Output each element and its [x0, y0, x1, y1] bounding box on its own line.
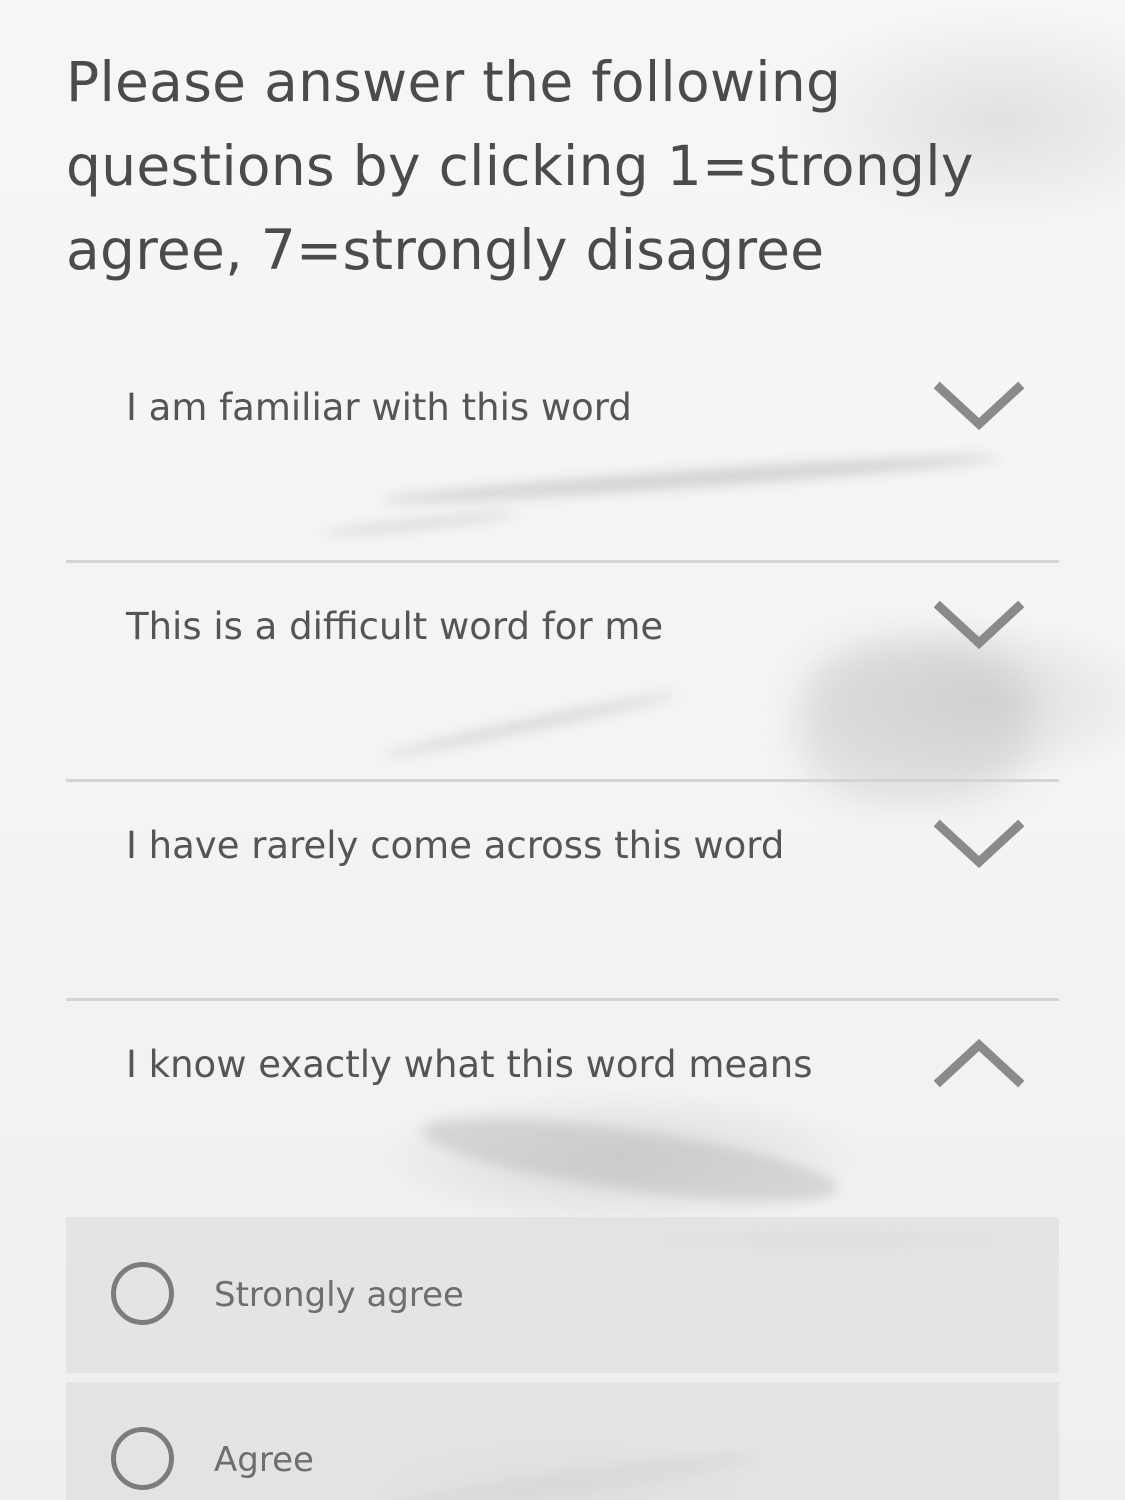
- page-title: Please answer the following questions by…: [66, 50, 974, 282]
- option-agree[interactable]: Agree: [66, 1382, 1059, 1500]
- question-label: I am familiar with this word: [126, 386, 632, 429]
- question-know-exactly[interactable]: I know exactly what this word means: [66, 1001, 1059, 1201]
- radio-unchecked-icon[interactable]: [111, 1262, 174, 1325]
- question-familiar[interactable]: I am familiar with this word: [66, 344, 1059, 563]
- option-label: Strongly agree: [214, 1275, 464, 1315]
- option-label: Agree: [214, 1440, 314, 1480]
- question-label: I have rarely come across this word: [126, 824, 785, 867]
- radio-unchecked-icon[interactable]: [111, 1427, 174, 1490]
- question-label: I know exactly what this word means: [126, 1043, 813, 1086]
- chevron-down-icon[interactable]: [933, 374, 1025, 434]
- question-difficult[interactable]: This is a difficult word for me: [66, 563, 1059, 782]
- option-strongly-agree[interactable]: Strongly agree: [66, 1217, 1059, 1373]
- chevron-down-icon[interactable]: [933, 812, 1025, 872]
- chevron-up-icon[interactable]: [933, 1031, 1025, 1091]
- chevron-down-icon[interactable]: [933, 593, 1025, 653]
- question-rarely[interactable]: I have rarely come across this word: [66, 782, 1059, 1001]
- question-label: This is a difficult word for me: [126, 605, 664, 648]
- survey-form: Please answer the following questions by…: [0, 0, 1125, 1500]
